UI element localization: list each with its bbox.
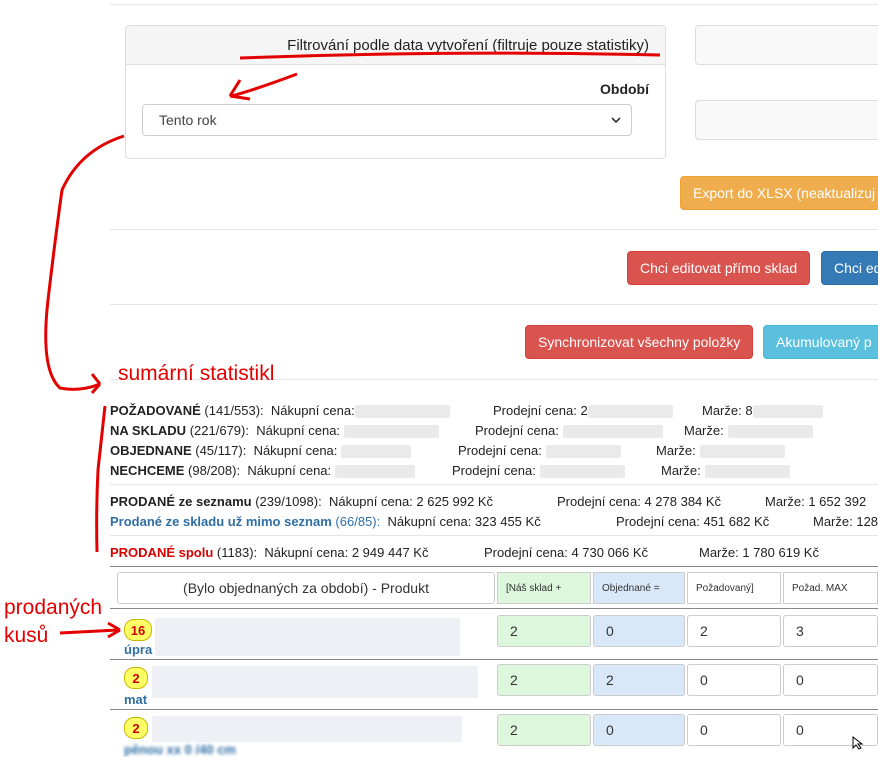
stat-row-requested: POŽADOVANÉ (141/553): Nákupní cena: (110, 403, 450, 419)
mouse-cursor-icon (852, 736, 864, 750)
table-header-product: (Bylo objednaných za období) - Produkt (117, 572, 495, 604)
sold-count-badge: 16 (124, 619, 152, 641)
stat-row-ordered: OBJEDNANE (45/117): Nákupní cena: (110, 443, 412, 459)
sold-count-badge: 2 (124, 717, 148, 739)
product-link[interactable]: úpra (124, 642, 152, 657)
divider-5 (110, 535, 878, 536)
stat-row-in-stock: NA SKLADU (221/679): Nákupní cena: (110, 423, 440, 439)
stat-row-not-wanted: NECHCEME (98/208): Nákupní cena: (110, 463, 416, 479)
required-max-input[interactable]: 0 (783, 664, 878, 696)
table-header-required: Požadovaný] (687, 572, 781, 604)
stat-sold-outside: Prodané ze skladu už mimo seznam (66/85)… (110, 514, 541, 529)
required-max-input[interactable]: 3 (783, 615, 878, 647)
table-header-required-max: Požad. MAX (783, 572, 878, 604)
divider-4 (110, 484, 878, 485)
table-header-our-stock: [Náš sklad + (497, 572, 591, 604)
our-stock-input[interactable]: 2 (497, 664, 591, 696)
required-input[interactable]: 2 (687, 615, 781, 647)
stat-sold-total: PRODANÉ spolu (1183): Nákupní cena: 2 94… (110, 545, 429, 560)
our-stock-input[interactable]: 2 (497, 714, 591, 746)
annotation-sold-pieces-2: kusů (4, 624, 49, 647)
ordered-input[interactable]: 0 (593, 615, 685, 647)
ordered-input[interactable]: 2 (593, 664, 685, 696)
required-input[interactable]: 0 (687, 714, 781, 746)
row-divider (110, 659, 878, 660)
annotation-sold-pieces-1: prodaných (4, 596, 103, 619)
row-divider (110, 709, 878, 710)
required-input[interactable]: 0 (687, 664, 781, 696)
product-name-blurred (152, 666, 478, 698)
annotation-summary-stats: sumární statistikl (118, 362, 275, 385)
stat-sold-list: PRODANÉ ze seznamu (239/1098): Nákupní c… (110, 494, 494, 509)
product-name-blurred (155, 618, 460, 656)
product-name-blurred (152, 716, 462, 742)
ordered-input[interactable]: 0 (593, 714, 685, 746)
row-divider (110, 608, 878, 609)
product-link[interactable]: mat (124, 692, 147, 707)
table-header-ordered: Objednané = (593, 572, 685, 604)
sold-count-badge: 2 (124, 667, 148, 689)
table-top-line (110, 566, 878, 567)
our-stock-input[interactable]: 2 (497, 615, 591, 647)
